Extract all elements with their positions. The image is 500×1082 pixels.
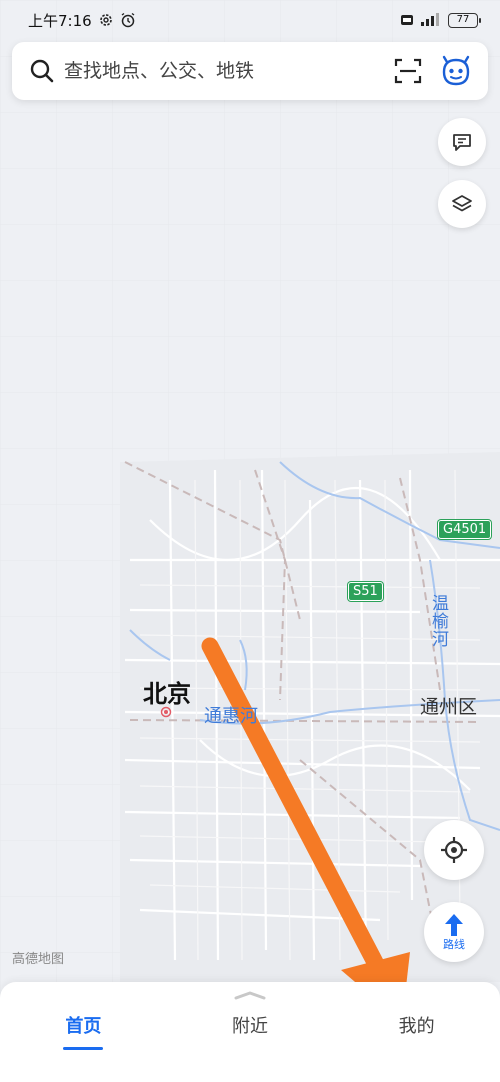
tab-mine[interactable]: 我的 <box>333 1012 500 1052</box>
city-label[interactable]: 北京 <box>143 674 191 709</box>
search-bar[interactable] <box>12 42 488 100</box>
city-marker-icon <box>160 706 172 718</box>
route-label: 路线 <box>443 938 465 951</box>
route-button[interactable]: 路线 <box>424 902 484 962</box>
settings-gear-icon <box>99 14 112 26</box>
status-bar: 上午7:16 77 <box>0 0 500 40</box>
road-badge-s51: S51 <box>348 582 383 601</box>
hd-call-icon <box>401 15 413 25</box>
assistant-avatar-icon <box>442 55 470 86</box>
search-input[interactable] <box>64 60 380 82</box>
bottom-panel: 首页 附近 我的 <box>0 982 500 1082</box>
battery-indicator: 77 <box>448 12 481 28</box>
message-icon <box>453 134 471 151</box>
message-button[interactable] <box>438 118 486 166</box>
search-icon <box>30 59 54 83</box>
locate-button[interactable] <box>424 820 484 880</box>
layers-icon <box>452 195 472 212</box>
active-tab-indicator <box>63 1047 104 1050</box>
assistant-avatar-button[interactable] <box>436 51 476 91</box>
alarm-clock-icon <box>121 12 135 28</box>
river-label-tonghui: 通惠河 <box>204 706 258 727</box>
scan-button[interactable] <box>388 51 428 91</box>
tab-home[interactable]: 首页 <box>0 1012 167 1052</box>
road-badge-g4501: G4501 <box>438 520 492 539</box>
route-arrow-icon <box>445 914 463 936</box>
bottom-tab-bar: 首页 附近 我的 <box>0 1012 500 1052</box>
river-label-wenyu: 温榆河 <box>428 594 448 648</box>
tab-home-label: 首页 <box>65 1016 102 1037</box>
map-watermark: 高德地图 <box>12 952 65 967</box>
status-time: 上午7:16 <box>28 11 92 30</box>
signal-icon <box>421 13 439 26</box>
tab-nearby-label: 附近 <box>232 1016 268 1037</box>
tab-nearby[interactable]: 附近 <box>167 1012 334 1052</box>
drag-handle[interactable] <box>232 990 268 1000</box>
layers-button[interactable] <box>438 180 486 228</box>
map-canvas[interactable] <box>0 0 500 1082</box>
scan-icon <box>394 58 422 84</box>
tab-mine-label: 我的 <box>398 1016 435 1037</box>
district-label[interactable]: 通州区 <box>420 692 477 719</box>
locate-icon <box>441 837 467 863</box>
